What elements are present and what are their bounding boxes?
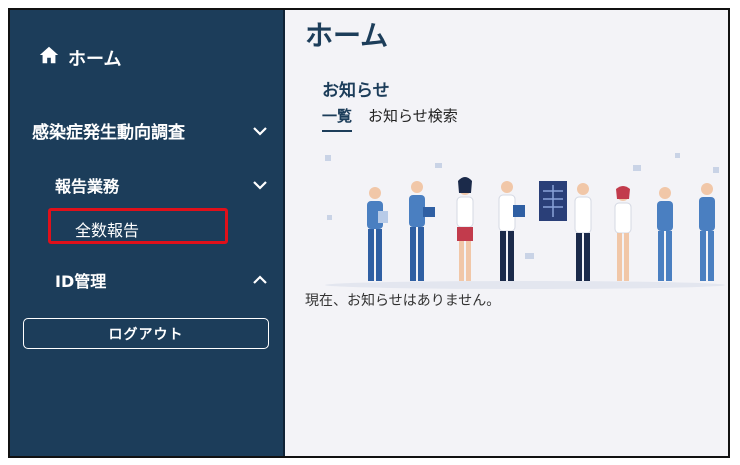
home-icon xyxy=(38,44,60,71)
sidebar-group-label: 感染症発生動向調査 xyxy=(32,123,185,143)
sidebar-item-all-reports[interactable]: 全数報告 xyxy=(48,208,228,244)
notice-tabs: 一覧 お知らせ検索 xyxy=(322,105,458,132)
medical-staff-illustration xyxy=(325,153,725,289)
sidebar-section-id-label: ID管理 xyxy=(55,272,107,291)
sidebar-group-infection-survey[interactable]: 感染症発生動向調査 xyxy=(32,118,269,143)
sidebar-section-label: 報告業務 xyxy=(55,177,120,196)
app-window: ホーム 感染症発生動向調査 報告業務 全数報告 ID管理 ログアウト ホーム お… xyxy=(8,8,730,458)
notice-section-title: お知らせ xyxy=(322,81,390,101)
main-content: ホーム お知らせ 一覧 お知らせ検索 現在、お知らせはありません。 xyxy=(283,10,728,456)
sidebar-item-home[interactable]: ホーム xyxy=(38,44,121,71)
chevron-down-icon xyxy=(251,176,269,194)
tab-notice-search[interactable]: お知らせ検索 xyxy=(368,105,458,132)
sidebar-item-all-reports-label: 全数報告 xyxy=(75,221,140,240)
page-title: ホーム xyxy=(305,19,389,52)
logout-button[interactable]: ログアウト xyxy=(23,318,269,349)
tab-list[interactable]: 一覧 xyxy=(322,105,353,132)
sidebar-section-report-work[interactable]: 報告業務 xyxy=(55,173,269,197)
chevron-up-icon xyxy=(251,271,269,289)
sidebar: ホーム 感染症発生動向調査 報告業務 全数報告 ID管理 ログアウト xyxy=(10,10,283,456)
chevron-down-icon xyxy=(251,122,269,140)
sidebar-section-id-management[interactable]: ID管理 xyxy=(55,268,269,292)
empty-notice-message: 現在、お知らせはありません。 xyxy=(305,293,501,309)
logout-button-label: ログアウト xyxy=(108,326,184,343)
sidebar-item-home-label: ホーム xyxy=(68,48,122,70)
